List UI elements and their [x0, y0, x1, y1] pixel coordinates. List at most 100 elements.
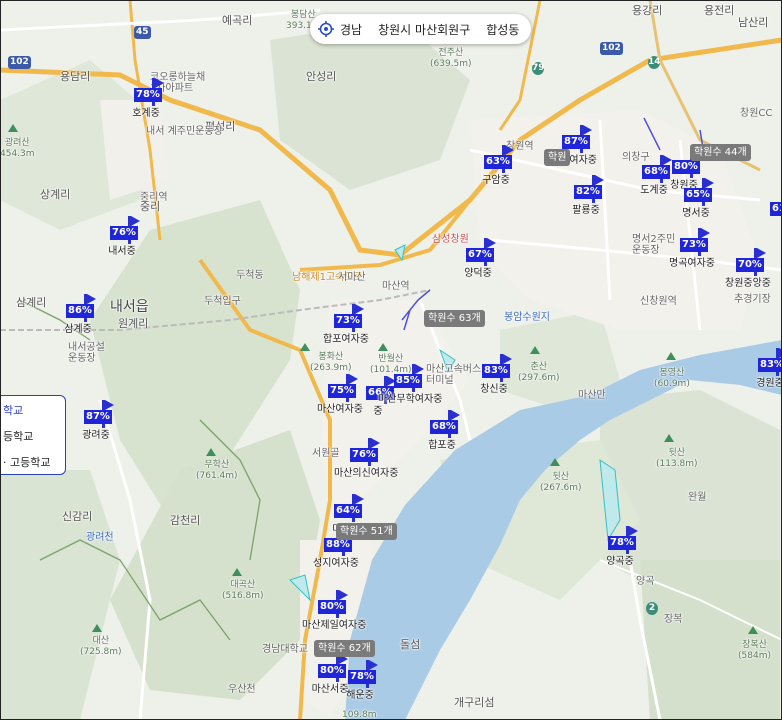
- label-changwon-cc: 창원CC: [740, 108, 773, 119]
- breadcrumb-province[interactable]: 경남: [340, 21, 362, 38]
- label-jangboksan: 장복산 (584m): [738, 640, 771, 661]
- school-name: 경원중: [756, 378, 782, 389]
- school-name: 마산제일여자중: [302, 620, 367, 631]
- school-rate: 78%: [348, 670, 376, 684]
- school-rate: 63%: [484, 155, 512, 169]
- school-name: 마산무학여자중: [378, 394, 443, 405]
- legend-item-elementary[interactable]: 등학교: [3, 428, 33, 444]
- school-rate: 64%: [334, 504, 362, 518]
- mountain-icon: [664, 434, 674, 442]
- label-samsung-hospital: 삼성창원: [432, 234, 469, 245]
- mountain-icon: [8, 124, 18, 132]
- school-rate: 87%: [84, 410, 112, 424]
- school-rate: 76%: [350, 448, 378, 462]
- location-target-icon[interactable]: [318, 21, 334, 37]
- label-naeseoeup: 내서읍: [110, 299, 149, 315]
- label-wongyeri: 원계리: [118, 317, 149, 330]
- label-yanggok: 양곡: [636, 576, 655, 587]
- school-name: 호계중: [132, 108, 160, 119]
- school-rate: 86%: [66, 304, 94, 318]
- label-chunsan: 춘산 (297.6m): [518, 362, 560, 383]
- label-gamcheonri: 감천리: [170, 514, 201, 527]
- label-naeseo-complex: 내서 계주민운동장: [146, 126, 223, 137]
- label-bongam-reservoir: 봉암수원지: [504, 312, 550, 323]
- school-name: 팔룡중: [572, 205, 600, 216]
- academy-count-badge[interactable]: 학원수 62개: [314, 640, 375, 657]
- label-naeseo-stadium: 내서공설 운동장: [68, 342, 105, 364]
- academy-count-badge[interactable]: 학원수 51개: [336, 523, 397, 540]
- label-namsanri: 남산리: [738, 16, 769, 29]
- academy-count-badge[interactable]: 학원수 44개: [690, 144, 751, 161]
- mountain-icon: [378, 343, 388, 351]
- school-name: 삼계중: [64, 324, 92, 335]
- route-shield: 45: [134, 26, 151, 39]
- school-rate: 73%: [680, 238, 708, 252]
- school-name: 명곡여자중: [669, 258, 715, 269]
- mountain-icon: [206, 448, 216, 456]
- school-rate: 87%: [562, 135, 590, 149]
- route-shield: 102: [8, 56, 31, 69]
- school-name: 창원중앙중: [725, 278, 771, 289]
- label-gwangryeocheon: 광려천: [86, 532, 114, 543]
- academy-count-badge[interactable]: 학원수 63개: [424, 310, 485, 327]
- label-gwangryeosan: 광려산 454.3m: [0, 138, 35, 159]
- map-canvas[interactable]: 예곡리 용담리 안성리 평성리 상계리 삼계리 내서읍 원계리 신감리 감천리 …: [0, 0, 782, 720]
- school-rate: 88%: [324, 538, 352, 552]
- label-masan-station: 마산역: [382, 281, 410, 292]
- label-seomasan-ic: 서마산: [338, 272, 366, 283]
- school-rate: 85%: [394, 374, 422, 388]
- label-uichang-gu: 의창구: [622, 152, 650, 163]
- school-name: 성지여자중: [313, 558, 359, 569]
- label-yongsanri: 용강리: [632, 4, 663, 17]
- mountain-icon: [748, 626, 758, 634]
- school-rate: 75%: [328, 384, 356, 398]
- label-yongjeonri: 용전리: [704, 4, 735, 17]
- label-ducheokdong: 두척동: [236, 270, 264, 281]
- route-shield: 2: [646, 602, 658, 615]
- mountain-icon: [300, 343, 310, 351]
- region-breadcrumb[interactable]: 경남 창원시 마산회원구 합성동: [310, 14, 532, 44]
- school-name: 양덕중: [464, 268, 492, 279]
- school-rate: 67%: [466, 248, 494, 262]
- label-daesan: 대산 (725.8m): [80, 636, 122, 657]
- school-rate: 70%: [736, 258, 764, 272]
- school-rate: 83%: [482, 364, 510, 378]
- label-muhaksan: 무학산 (761.4m): [196, 460, 238, 481]
- school-rate: 82%: [574, 185, 602, 199]
- legend-item-high[interactable]: · 고등학교: [3, 454, 50, 470]
- label-anseongri: 안성리: [306, 70, 337, 83]
- school-name: 창신중: [480, 384, 508, 395]
- school-rate: 76%: [110, 226, 138, 240]
- breadcrumb-city[interactable]: 창원시 마산회원구: [378, 21, 470, 38]
- breadcrumb-dong[interactable]: 합성동: [486, 21, 519, 38]
- school-name: 내서중: [108, 246, 136, 257]
- label-sanggyeri: 상계리: [40, 188, 71, 201]
- school-rate: 78%: [608, 536, 636, 550]
- label-chugyeonggijang: 추경기장: [734, 294, 771, 305]
- route-shield: 79: [532, 62, 545, 75]
- label-myeongseo-field: 명서2주민 운동장: [632, 234, 676, 256]
- academy-count-badge[interactable]: 학원: [544, 149, 571, 166]
- school-rate: 65%: [684, 188, 712, 202]
- route-shield: 14: [648, 56, 661, 69]
- label-bongyeongsan: 봉영산 (60.9m): [654, 368, 690, 389]
- school-name: 양곡중: [606, 556, 634, 567]
- route-shield: 102: [600, 42, 623, 55]
- label-daegoksan: 대곡산 (516.8m): [222, 580, 264, 601]
- mountain-icon: [550, 458, 560, 466]
- label-sinchangwon-station: 신창원역: [640, 296, 677, 307]
- school-level-legend[interactable]: 학교 등학교 · 고등학교: [0, 395, 66, 475]
- mountain-icon: [92, 624, 102, 632]
- label-gaegurisum: 개구리섬: [454, 696, 495, 709]
- label-ducheok-ipgu: 두척입구: [204, 296, 241, 307]
- school-rate: 80%: [318, 600, 346, 614]
- label-bonghwasan: 봉화산 (263.9m): [310, 352, 352, 373]
- label-kyungnam-univ: 경남대학교: [262, 644, 308, 655]
- school-rate: 80%: [318, 664, 346, 678]
- mountain-icon: [666, 352, 676, 360]
- school-name: 명서중: [682, 208, 710, 219]
- mountain-icon: [530, 346, 540, 354]
- school-name: 마산의신여자중: [334, 468, 399, 479]
- legend-item-middle[interactable]: 학교: [3, 402, 23, 418]
- school-rate: 78%: [134, 88, 162, 102]
